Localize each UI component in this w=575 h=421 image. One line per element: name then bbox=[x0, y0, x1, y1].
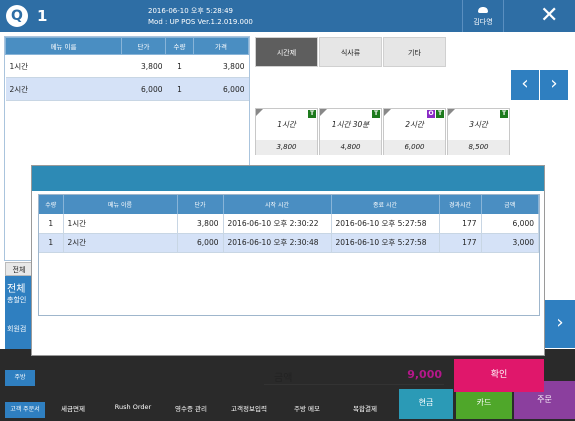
menu-price: 3,800 bbox=[256, 140, 317, 155]
amount-value: 9,000 bbox=[407, 368, 442, 381]
kitchen-side-button[interactable]: 주방 bbox=[5, 370, 35, 386]
row-name: 1시간 bbox=[5, 54, 122, 78]
col-price: 가격 bbox=[193, 37, 249, 55]
menu-card[interactable]: T 1시간 3,800 bbox=[255, 108, 318, 155]
mod-info: Mod : UP POS Ver.1.2.019.000 bbox=[148, 18, 253, 26]
row-elapsed: 177 bbox=[439, 233, 482, 253]
member-search-button[interactable]: 회원검 bbox=[7, 324, 26, 334]
total-panel: 전체 총할인 회원검 bbox=[5, 276, 33, 349]
row-name: 2시간 bbox=[63, 233, 178, 253]
version-info: 2016-06-10 오후 5:28:49 Mod : UP POS Ver.1… bbox=[148, 6, 253, 28]
kitchen-memo-button[interactable]: 주방 메모 bbox=[282, 403, 332, 413]
card-button[interactable]: 카드 bbox=[456, 389, 512, 419]
card-corner-icon bbox=[256, 109, 263, 116]
col-unit-price: 단가 bbox=[177, 195, 224, 214]
close-icon[interactable]: ✕ bbox=[540, 3, 558, 28]
col-unit-price: 단가 bbox=[121, 37, 166, 55]
menu-price: 6,000 bbox=[384, 140, 445, 155]
row-name: 1시간 bbox=[63, 214, 178, 234]
col-start-time: 시작 시간 bbox=[223, 195, 332, 214]
row-qty: 1 bbox=[165, 54, 194, 78]
col-menu-name: 메뉴 이름 bbox=[5, 37, 122, 55]
menu-card[interactable]: O T 2시간 6,000 bbox=[383, 108, 446, 155]
col-qty: 수량 bbox=[165, 37, 194, 55]
col-amount: 금액 bbox=[481, 195, 539, 214]
total-label: 전체 bbox=[7, 284, 26, 295]
card-corner-icon bbox=[448, 109, 455, 116]
row-start: 2016-06-10 오후 2:30:22 bbox=[223, 214, 332, 234]
total-discount-label: 총할인 bbox=[7, 296, 27, 304]
user-name: 김다영 bbox=[473, 18, 493, 26]
card-corner-icon bbox=[384, 109, 391, 116]
row-end: 2016-06-10 오후 5:27:58 bbox=[331, 214, 440, 234]
top-bar: Q 1 2016-06-10 오후 5:28:49 Mod : UP POS V… bbox=[0, 0, 575, 32]
split-payment-button[interactable]: 복합결제 bbox=[340, 403, 390, 413]
user-button[interactable]: 김다영 bbox=[462, 0, 504, 32]
row-unit-price: 3,800 bbox=[177, 214, 224, 234]
receipt-manage-button[interactable]: 영수증 관리 bbox=[166, 403, 216, 413]
menu-price: 8,500 bbox=[448, 140, 509, 155]
row-unit-price: 6,000 bbox=[121, 77, 166, 101]
customer-info-button[interactable]: 고객정보입력 bbox=[224, 403, 274, 413]
amount-label: 금액 bbox=[274, 373, 293, 384]
logo-icon: Q bbox=[6, 5, 28, 27]
row-unit-price: 6,000 bbox=[177, 233, 224, 253]
confirm-button[interactable]: 확인 bbox=[454, 359, 544, 392]
col-end-time: 종료 시간 bbox=[331, 195, 440, 214]
time-settlement-dialog: 수량 메뉴 이름 단가 시작 시간 종료 시간 경과시간 금액 1 1시간 3,… bbox=[31, 165, 545, 385]
menu-card[interactable]: T 1시간 30분 4,800 bbox=[319, 108, 382, 155]
menu-name: 1시간 bbox=[277, 120, 296, 129]
row-qty: 1 bbox=[39, 214, 64, 234]
row-qty: 1 bbox=[39, 233, 64, 253]
settlement-grid: 수량 메뉴 이름 단가 시작 시간 종료 시간 경과시간 금액 1 1시간 3,… bbox=[38, 194, 540, 316]
row-end: 2016-06-10 오후 5:27:58 bbox=[331, 233, 440, 253]
row-unit-price: 3,800 bbox=[121, 54, 166, 78]
takeout-badge: T bbox=[308, 110, 316, 118]
menu-card[interactable]: T 3시간 8,500 bbox=[447, 108, 510, 155]
col-qty: 수량 bbox=[39, 195, 64, 214]
next-page-button-2[interactable]: › bbox=[545, 300, 575, 348]
table-number: 1 bbox=[37, 7, 48, 25]
next-page-button[interactable]: › bbox=[540, 70, 568, 100]
takeout-badge: T bbox=[500, 110, 508, 118]
row-elapsed: 177 bbox=[439, 214, 482, 234]
col-menu-name: 메뉴 이름 bbox=[63, 195, 178, 214]
row-price: 6,000 bbox=[193, 77, 249, 101]
cash-button[interactable]: 현금 bbox=[399, 389, 453, 419]
row-amount: 3,000 bbox=[481, 233, 539, 253]
order-table: 메뉴 이름 단가 수량 가격 1시간 3,800 1 3,800 2시간 6,0… bbox=[5, 37, 249, 101]
customer-order-side-button[interactable]: 고객 주문서 bbox=[5, 402, 45, 418]
row-amount: 6,000 bbox=[481, 214, 539, 234]
row-name: 2시간 bbox=[5, 77, 122, 101]
menu-name: 2시간 bbox=[405, 120, 424, 129]
option-badge: O bbox=[427, 110, 435, 118]
table-row[interactable]: 2시간 6,000 1 6,000 bbox=[5, 77, 249, 101]
dialog-header bbox=[32, 166, 544, 191]
tab-etc[interactable]: 기타 bbox=[383, 37, 446, 67]
category-tabs: 시간제 식사류 기타 bbox=[255, 37, 447, 67]
card-corner-icon bbox=[320, 109, 327, 116]
tab-food[interactable]: 식사류 bbox=[319, 37, 382, 67]
tab-time[interactable]: 시간제 bbox=[255, 37, 318, 67]
settlement-table: 수량 메뉴 이름 단가 시작 시간 종료 시간 경과시간 금액 1 1시간 3,… bbox=[39, 195, 539, 253]
row-start: 2016-06-10 오후 2:30:48 bbox=[223, 233, 332, 253]
total-tab[interactable]: 전체 bbox=[5, 262, 33, 276]
takeout-badge: T bbox=[436, 110, 444, 118]
table-row[interactable]: 1시간 3,800 1 3,800 bbox=[5, 54, 249, 78]
tax-exempt-button[interactable]: 세금면제 bbox=[48, 403, 98, 413]
amount-divider bbox=[264, 384, 444, 385]
menu-name: 1시간 30분 bbox=[331, 120, 370, 129]
menu-price: 4,800 bbox=[320, 140, 381, 155]
datetime: 2016-06-10 오후 5:28:49 bbox=[148, 7, 233, 15]
takeout-badge: T bbox=[372, 110, 380, 118]
prev-page-button[interactable]: ‹ bbox=[511, 70, 539, 100]
table-row[interactable]: 1 1시간 3,800 2016-06-10 오후 2:30:22 2016-0… bbox=[39, 214, 539, 234]
row-price: 3,800 bbox=[193, 54, 249, 78]
rush-order-button[interactable]: Rush Order bbox=[108, 403, 158, 411]
row-qty: 1 bbox=[165, 77, 194, 101]
col-elapsed: 경과시간 bbox=[439, 195, 482, 214]
menu-name: 3시간 bbox=[469, 120, 488, 129]
user-icon bbox=[478, 7, 488, 13]
table-row[interactable]: 1 2시간 6,000 2016-06-10 오후 2:30:48 2016-0… bbox=[39, 233, 539, 253]
